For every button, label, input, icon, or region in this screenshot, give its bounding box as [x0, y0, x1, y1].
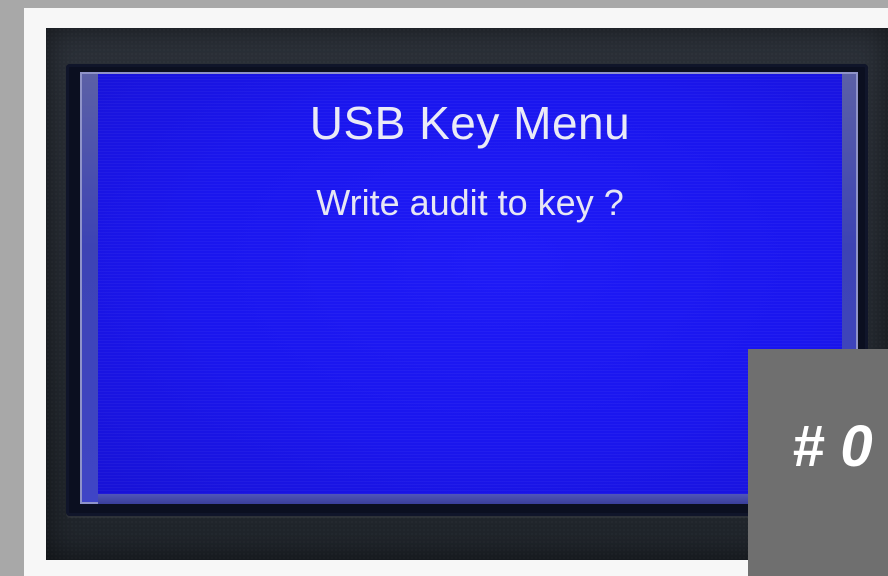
menu-prompt: Write audit to key ?: [316, 182, 624, 223]
overlay-badge: # 0: [748, 349, 888, 576]
photo-frame: USB Key Menu Write audit to key ? # 0: [0, 0, 888, 576]
lcd-display: USB Key Menu Write audit to key ?: [98, 74, 842, 494]
overlay-label: # 0: [792, 414, 873, 479]
screen-bottom-edge: [98, 494, 842, 504]
menu-title: USB Key Menu: [309, 97, 631, 149]
